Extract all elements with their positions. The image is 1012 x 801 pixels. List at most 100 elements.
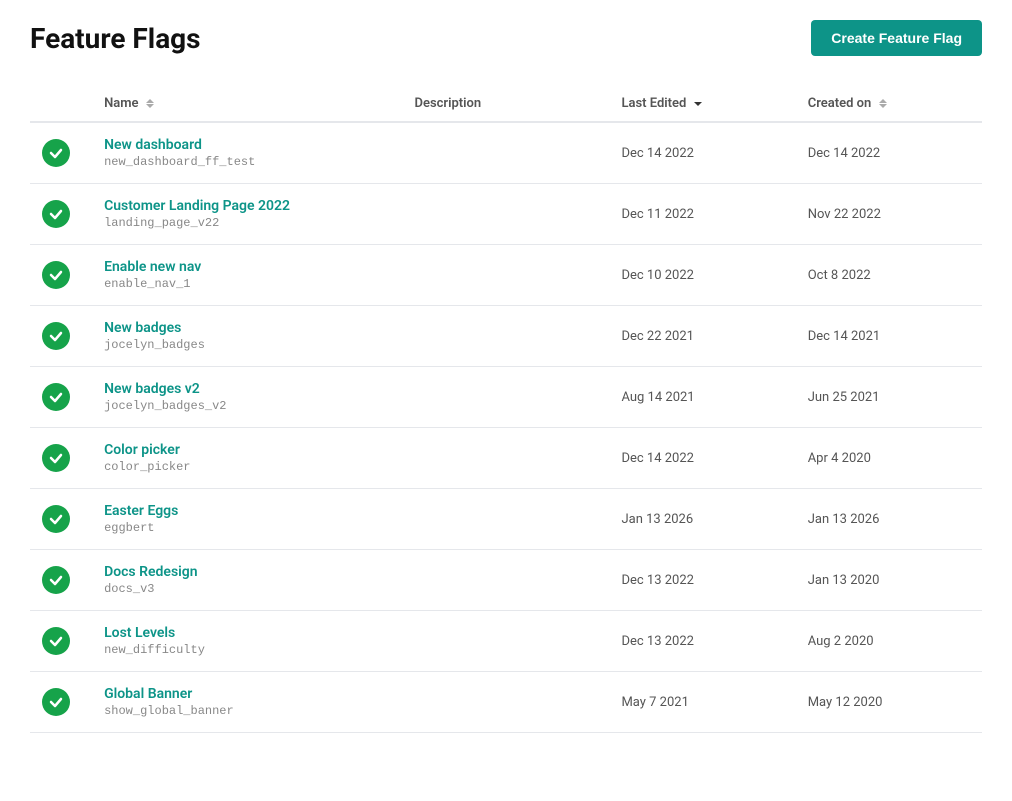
description-cell (403, 672, 610, 733)
created-on-cell: May 12 2020 (796, 672, 982, 733)
enabled-icon (42, 261, 70, 289)
table-row: New badges jocelyn_badges Dec 22 2021Dec… (30, 306, 982, 367)
last-edited-cell: Dec 13 2022 (609, 550, 795, 611)
enabled-icon (42, 200, 70, 228)
status-cell (30, 122, 92, 184)
flag-name-link[interactable]: Color picker (104, 442, 390, 458)
created-on-cell: Apr 4 2020 (796, 428, 982, 489)
table-row: Color picker color_picker Dec 14 2022Apr… (30, 428, 982, 489)
table-row: Easter Eggs eggbert Jan 13 2026Jan 13 20… (30, 489, 982, 550)
table-row: Enable new nav enable_nav_1 Dec 10 2022O… (30, 245, 982, 306)
description-cell (403, 306, 610, 367)
name-cell: Easter Eggs eggbert (92, 489, 402, 550)
col-header-name[interactable]: Name (92, 86, 402, 122)
col-header-status (30, 86, 92, 122)
status-cell (30, 489, 92, 550)
description-cell (403, 489, 610, 550)
last-edited-cell: Jan 13 2026 (609, 489, 795, 550)
description-cell (403, 550, 610, 611)
table-row: New dashboard new_dashboard_ff_test Dec … (30, 122, 982, 184)
description-cell (403, 122, 610, 184)
page-container: Feature Flags Create Feature Flag Name D… (0, 0, 1012, 753)
flag-name-link[interactable]: Easter Eggs (104, 503, 390, 519)
last-edited-cell: Dec 14 2022 (609, 428, 795, 489)
flag-name-link[interactable]: Global Banner (104, 686, 390, 702)
name-cell: Color picker color_picker (92, 428, 402, 489)
last-edited-cell: Dec 14 2022 (609, 122, 795, 184)
name-sort-icon[interactable] (146, 99, 154, 108)
flag-slug: docs_v3 (104, 582, 390, 596)
name-cell: New badges jocelyn_badges (92, 306, 402, 367)
created-on-cell: Jan 13 2026 (796, 489, 982, 550)
flag-slug: new_dashboard_ff_test (104, 155, 390, 169)
flag-slug: color_picker (104, 460, 390, 474)
flag-slug: show_global_banner (104, 704, 390, 718)
page-header: Feature Flags Create Feature Flag (30, 20, 982, 56)
created-on-cell: Jan 13 2020 (796, 550, 982, 611)
enabled-icon (42, 383, 70, 411)
flag-name-link[interactable]: Lost Levels (104, 625, 390, 641)
table-body: New dashboard new_dashboard_ff_test Dec … (30, 122, 982, 733)
name-cell: Docs Redesign docs_v3 (92, 550, 402, 611)
flag-slug: jocelyn_badges_v2 (104, 399, 390, 413)
created-on-cell: Dec 14 2021 (796, 306, 982, 367)
enabled-icon (42, 566, 70, 594)
table-row: Docs Redesign docs_v3 Dec 13 2022Jan 13 … (30, 550, 982, 611)
description-cell (403, 367, 610, 428)
created-on-cell: Aug 2 2020 (796, 611, 982, 672)
table-row: Global Banner show_global_banner May 7 2… (30, 672, 982, 733)
status-cell (30, 306, 92, 367)
last-edited-cell: May 7 2021 (609, 672, 795, 733)
description-cell (403, 428, 610, 489)
table-row: Customer Landing Page 2022 landing_page_… (30, 184, 982, 245)
flag-slug: new_difficulty (104, 643, 390, 657)
status-cell (30, 367, 92, 428)
feature-flags-table: Name Description Last Edited Created on (30, 86, 982, 733)
flag-name-link[interactable]: New dashboard (104, 137, 390, 153)
name-cell: Customer Landing Page 2022 landing_page_… (92, 184, 402, 245)
status-cell (30, 245, 92, 306)
flag-name-link[interactable]: New badges (104, 320, 390, 336)
created-on-sort-icon[interactable] (879, 99, 887, 108)
enabled-icon (42, 505, 70, 533)
flag-name-link[interactable]: New badges v2 (104, 381, 390, 397)
status-cell (30, 672, 92, 733)
description-cell (403, 611, 610, 672)
col-header-last-edited[interactable]: Last Edited (609, 86, 795, 122)
col-header-created-on[interactable]: Created on (796, 86, 982, 122)
status-cell (30, 428, 92, 489)
last-edited-cell: Dec 11 2022 (609, 184, 795, 245)
page-title: Feature Flags (30, 22, 201, 55)
created-on-cell: Nov 22 2022 (796, 184, 982, 245)
status-cell (30, 611, 92, 672)
last-edited-sort-icon[interactable] (694, 102, 702, 106)
name-cell: Enable new nav enable_nav_1 (92, 245, 402, 306)
enabled-icon (42, 688, 70, 716)
col-header-description: Description (403, 86, 610, 122)
created-on-cell: Dec 14 2022 (796, 122, 982, 184)
flag-name-link[interactable]: Customer Landing Page 2022 (104, 198, 390, 214)
table-row: Lost Levels new_difficulty Dec 13 2022Au… (30, 611, 982, 672)
table-row: New badges v2 jocelyn_badges_v2 Aug 14 2… (30, 367, 982, 428)
name-cell: New badges v2 jocelyn_badges_v2 (92, 367, 402, 428)
enabled-icon (42, 139, 70, 167)
flag-name-link[interactable]: Docs Redesign (104, 564, 390, 580)
enabled-icon (42, 322, 70, 350)
last-edited-cell: Dec 13 2022 (609, 611, 795, 672)
last-edited-cell: Dec 22 2021 (609, 306, 795, 367)
flag-slug: landing_page_v22 (104, 216, 390, 230)
description-cell (403, 184, 610, 245)
table-header-row: Name Description Last Edited Created on (30, 86, 982, 122)
status-cell (30, 550, 92, 611)
enabled-icon (42, 627, 70, 655)
flag-slug: eggbert (104, 521, 390, 535)
enabled-icon (42, 444, 70, 472)
flag-name-link[interactable]: Enable new nav (104, 259, 390, 275)
created-on-cell: Jun 25 2021 (796, 367, 982, 428)
description-cell (403, 245, 610, 306)
create-feature-flag-button[interactable]: Create Feature Flag (811, 20, 982, 56)
last-edited-cell: Aug 14 2021 (609, 367, 795, 428)
name-cell: Lost Levels new_difficulty (92, 611, 402, 672)
flag-slug: jocelyn_badges (104, 338, 390, 352)
last-edited-cell: Dec 10 2022 (609, 245, 795, 306)
